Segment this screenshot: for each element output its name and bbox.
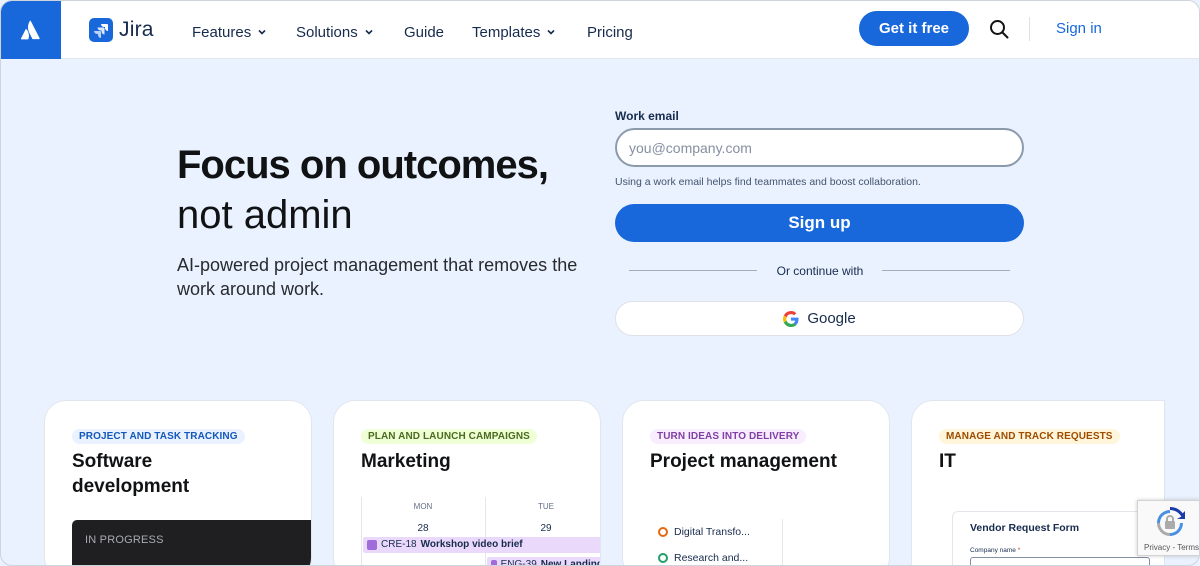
hero-description: AI-powered project management that remov… xyxy=(177,255,578,299)
task-icon xyxy=(367,540,377,550)
nav-guide-label: Guide xyxy=(404,23,445,41)
status-label: IN PROGRESS xyxy=(85,534,164,546)
or-continue-text: Or continue with xyxy=(776,264,864,278)
calendar-column-divider xyxy=(361,497,362,565)
nav-pricing-label: Pricing xyxy=(587,23,633,41)
event-key: CRE-18 xyxy=(381,539,417,550)
email-label: Work email xyxy=(615,109,679,123)
hero-subtitle: not admin xyxy=(177,193,353,237)
jira-logo[interactable]: Jira xyxy=(89,17,154,43)
goal-icon xyxy=(658,527,668,537)
list-item-label: Digital Transfo... xyxy=(674,526,750,538)
calendar-day: MON xyxy=(413,502,433,511)
search-button[interactable] xyxy=(987,17,1011,41)
nav-pricing[interactable]: Pricing xyxy=(587,21,633,43)
list-item[interactable]: Digital Transfo... xyxy=(658,526,750,538)
top-nav: Jira Features Solutions Guide Templates … xyxy=(1,1,1199,59)
event-title: Workshop video brief xyxy=(420,539,523,550)
card-title: Software development xyxy=(72,451,190,497)
card-project-management[interactable]: TURN IDEAS INTO DELIVERY Project managem… xyxy=(622,400,890,565)
google-icon xyxy=(783,310,799,327)
jira-icon xyxy=(89,18,113,42)
card-title: Marketing xyxy=(361,451,451,472)
chevron-down-icon xyxy=(258,29,266,35)
sign-up-button[interactable]: Sign up xyxy=(615,204,1024,242)
calendar-preview: MON TUE 28 29 CRE-18 Workshop video brie… xyxy=(361,497,601,566)
column-divider xyxy=(782,519,783,565)
card-it[interactable]: MANAGE AND TRACK REQUESTS IT Vendor Requ… xyxy=(911,400,1165,565)
privacy-link[interactable]: Privacy xyxy=(1144,543,1170,552)
event-title: New Landing xyxy=(540,559,601,566)
card-badge: MANAGE AND TRACK REQUESTS xyxy=(939,429,1120,444)
card-title: IT xyxy=(939,451,956,472)
required-marker: * xyxy=(1017,547,1021,554)
form-title: Vendor Request Form xyxy=(970,522,1080,534)
search-icon xyxy=(990,20,1009,39)
calendar-event[interactable]: CRE-18 Workshop video brief xyxy=(363,537,600,553)
calendar-date: 29 xyxy=(540,523,552,534)
card-marketing[interactable]: PLAN AND LAUNCH CAMPAIGNS Marketing MON … xyxy=(333,400,601,566)
company-name-field[interactable] xyxy=(970,557,1150,565)
recaptcha-links: Privacy - Terms xyxy=(1144,543,1199,552)
event-key: ENG-39 xyxy=(500,559,537,566)
get-it-free-button[interactable]: Get it free xyxy=(859,11,969,46)
nav-templates-label: Templates xyxy=(472,23,541,41)
nav-templates[interactable]: Templates xyxy=(472,21,587,43)
nav-solutions-label: Solutions xyxy=(296,23,358,41)
goal-icon xyxy=(658,553,668,563)
calendar-event[interactable]: ENG-39 New Landing xyxy=(487,557,601,566)
google-label: Google xyxy=(807,310,856,327)
card-badge: PLAN AND LAUNCH CAMPAIGNS xyxy=(361,429,537,444)
calendar-column-divider xyxy=(485,497,486,565)
nav-features-label: Features xyxy=(192,23,252,41)
card-title: Project management xyxy=(650,451,837,472)
card-badge: TURN IDEAS INTO DELIVERY xyxy=(650,429,807,444)
hero-title: Focus on outcomes, xyxy=(177,143,549,187)
divider-right xyxy=(882,270,1010,271)
google-signin-button[interactable]: Google xyxy=(615,301,1024,336)
terms-link[interactable]: Terms xyxy=(1177,543,1199,552)
calendar-day: TUE xyxy=(538,502,554,511)
form-field-label: Company name * xyxy=(970,547,1020,554)
brand-name: Jira xyxy=(119,18,154,41)
calendar-date: 28 xyxy=(417,523,429,534)
card-badge: PROJECT AND TASK TRACKING xyxy=(72,429,245,444)
sign-in-link[interactable]: Sign in xyxy=(1056,20,1102,37)
divider-left xyxy=(629,270,757,271)
email-field[interactable] xyxy=(615,128,1024,167)
nav-guide[interactable]: Guide xyxy=(404,21,472,43)
recaptcha-icon xyxy=(1157,507,1185,536)
list-item[interactable]: Research and... xyxy=(658,552,748,564)
recaptcha-badge[interactable]: Privacy - Terms xyxy=(1137,500,1199,556)
email-help-text: Using a work email helps find teammates … xyxy=(615,176,921,188)
request-form-preview: Vendor Request Form Company name * xyxy=(952,511,1164,565)
nav-features[interactable]: Features xyxy=(192,21,296,43)
task-icon xyxy=(491,560,497,565)
nav-links: Features Solutions Guide Templates Prici… xyxy=(192,21,633,43)
chevron-down-icon xyxy=(547,29,555,35)
nav-divider xyxy=(1029,17,1030,41)
atlassian-logo[interactable] xyxy=(1,1,61,59)
chevron-down-icon xyxy=(365,29,373,35)
board-preview: IN PROGRESS xyxy=(72,520,311,565)
list-item-label: Research and... xyxy=(674,552,749,564)
card-software-development[interactable]: PROJECT AND TASK TRACKING Software devel… xyxy=(44,400,312,565)
page: Jira Features Solutions Guide Templates … xyxy=(0,0,1200,566)
nav-solutions[interactable]: Solutions xyxy=(296,21,404,43)
field-label-text: Company name xyxy=(970,547,1016,554)
atlassian-icon xyxy=(20,20,40,40)
